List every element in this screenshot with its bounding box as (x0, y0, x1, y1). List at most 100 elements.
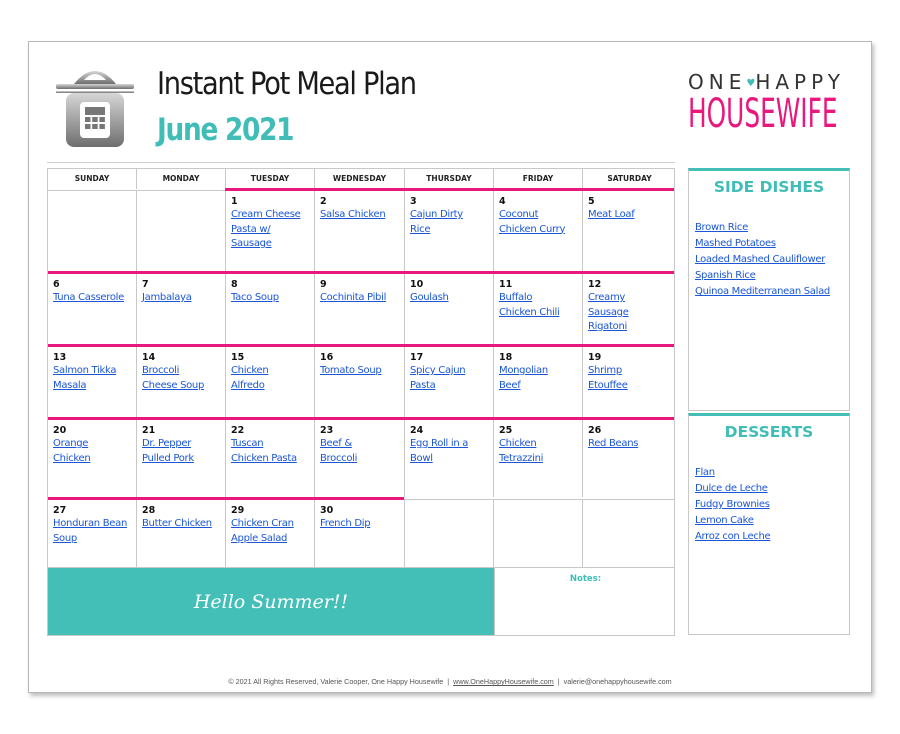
day-number: 6 (53, 279, 60, 290)
meal-link[interactable]: Tetrazzini (499, 452, 578, 467)
footer-website-link[interactable]: www.OneHappyHousewife.com (453, 677, 554, 686)
meal-link[interactable]: Beef & (320, 437, 400, 452)
meal-link[interactable]: Creamy (588, 291, 672, 306)
meal-link[interactable]: Rigatoni (588, 320, 672, 335)
day-number: 4 (499, 196, 506, 207)
meal-link[interactable]: Salsa Chicken (320, 208, 400, 223)
meal-link[interactable]: Cochinita Pibil (320, 291, 400, 306)
meal-link[interactable]: Rice (410, 223, 489, 238)
calendar-weeks: 1 Cream Cheese Pasta w/Sausage 2 Salsa Chick… (47, 188, 675, 568)
day-number: 25 (499, 425, 513, 436)
meal-link[interactable]: Meat Loaf (588, 208, 672, 223)
meal-link[interactable]: Egg Roll in a (410, 437, 489, 452)
meal-link[interactable]: Cheese Soup (142, 379, 221, 394)
footer-separator: | (557, 677, 560, 686)
desserts-panel: DESSERTS Flan Dulce de Leche Fudgy Brown… (688, 413, 850, 635)
meal-link[interactable]: Mongolian (499, 364, 578, 379)
calendar-day-cell: 1 Cream Cheese Pasta w/Sausage (226, 191, 315, 271)
meal-link[interactable]: Chicken Chili (499, 306, 578, 321)
calendar-day-cell: 23 Beef & Broccoli (315, 420, 405, 497)
meal-link[interactable]: Soup (53, 532, 132, 547)
footer-copyright: © 2021 All Rights Reserved, Valerie Coop… (228, 677, 444, 686)
side-dish-link[interactable]: Quinoa Mediterranean Salad (695, 284, 849, 300)
meal-link[interactable]: Broccoli (142, 364, 221, 379)
meal-link[interactable]: Pulled Pork (142, 452, 221, 467)
meal-link[interactable]: Chicken Cran (231, 517, 310, 532)
calendar-day-cell: 27 Honduran Bean Soup (48, 500, 137, 567)
calendar-day-cell: 19 Shrimp Etouffee (583, 347, 676, 417)
calendar-week-row: 1 Cream Cheese Pasta w/Sausage 2 Salsa Chick… (47, 191, 675, 271)
meal-link[interactable]: Cajun Dirty (410, 208, 489, 223)
meal-link[interactable]: Beef (499, 379, 578, 394)
meal-link[interactable]: Taco Soup (231, 291, 310, 306)
meal-link[interactable]: Tuna Casserole (53, 291, 132, 306)
meal-link[interactable]: Broccoli (320, 452, 400, 467)
day-number: 2 (320, 196, 327, 207)
meal-link[interactable]: Sausage (588, 306, 672, 321)
empty-day-cell (48, 191, 137, 271)
day-number: 1 (231, 196, 238, 207)
day-number: 22 (231, 425, 245, 436)
weekday-friday: FRIDAY (494, 169, 583, 189)
desserts-list: Flan Dulce de Leche Fudgy Brownies Lemon… (689, 465, 849, 545)
meal-link[interactable]: Sausage (231, 237, 310, 252)
footer-email[interactable]: valerie@onehappyhousewife.com (564, 677, 672, 686)
meal-link[interactable]: Alfredo (231, 379, 310, 394)
notes-box[interactable]: Notes: (494, 568, 676, 635)
meal-link[interactable]: Chicken Pasta (231, 452, 310, 467)
calendar-day-cell: 10 Goulash (405, 274, 494, 344)
meal-link[interactable]: Bowl (410, 452, 489, 467)
meal-link[interactable]: Red Beans (588, 437, 672, 452)
calendar-footer-row: Hello Summer!! Notes: (47, 568, 675, 636)
calendar-day-cell: 17 Spicy Cajun Pasta (405, 347, 494, 417)
day-number: 12 (588, 279, 602, 290)
dessert-link[interactable]: Flan (695, 465, 849, 481)
side-dish-link[interactable]: Mashed Potatoes (695, 236, 849, 252)
empty-day-cell (494, 500, 583, 567)
meal-link[interactable]: Honduran Bean (53, 517, 132, 532)
meal-link[interactable]: Salmon Tikka (53, 364, 132, 379)
dessert-link[interactable]: Fudgy Brownies (695, 497, 849, 513)
day-number: 3 (410, 196, 417, 207)
meal-link[interactable]: Chicken (231, 364, 310, 379)
meal-link[interactable]: Buffalo (499, 291, 578, 306)
day-number: 16 (320, 352, 334, 363)
meal-link[interactable]: Tomato Soup (320, 364, 400, 379)
calendar-day-cell: 6 Tuna Casserole (48, 274, 137, 344)
day-number: 17 (410, 352, 424, 363)
meal-link[interactable]: Orange (53, 437, 132, 452)
meal-link[interactable]: Cream Cheese (231, 208, 310, 223)
dessert-link[interactable]: Arroz con Leche (695, 529, 849, 545)
calendar-weekday-header: SUNDAY MONDAY TUESDAY WEDNESDAY THURSDAY… (47, 168, 675, 189)
meal-link[interactable]: Dr. Pepper (142, 437, 221, 452)
logo-housewife: HOUSEWIFE (688, 91, 838, 137)
meal-link[interactable]: Pasta (410, 379, 489, 394)
meal-link[interactable]: Masala (53, 379, 132, 394)
meal-link[interactable]: Goulash (410, 291, 489, 306)
calendar-day-cell: 26 Red Beans (583, 420, 676, 497)
meal-link[interactable]: Pasta w/ (231, 223, 310, 238)
meal-link[interactable]: Chicken Curry (499, 223, 578, 238)
dessert-link[interactable]: Lemon Cake (695, 513, 849, 529)
meal-link[interactable]: Tuscan (231, 437, 310, 452)
meal-link[interactable]: Chicken (499, 437, 578, 452)
day-number: 27 (53, 505, 67, 516)
meal-link[interactable]: Jambalaya (142, 291, 221, 306)
side-dish-link[interactable]: Loaded Mashed Cauliflower (695, 252, 849, 268)
meal-link[interactable]: Apple Salad (231, 532, 310, 547)
side-dish-link[interactable]: Brown Rice (695, 220, 849, 236)
day-number: 26 (588, 425, 602, 436)
meal-link[interactable]: Butter Chicken (142, 517, 221, 532)
side-dish-link[interactable]: Spanish Rice (695, 268, 849, 284)
meal-link[interactable]: Etouffee (588, 379, 672, 394)
day-number: 18 (499, 352, 513, 363)
meal-link[interactable]: Chicken (53, 452, 132, 467)
meal-link[interactable]: Shrimp (588, 364, 672, 379)
meal-link[interactable]: Spicy Cajun (410, 364, 489, 379)
day-number: 15 (231, 352, 245, 363)
calendar-day-cell: 22 Tuscan Chicken Pasta (226, 420, 315, 497)
instant-pot-icon (56, 71, 134, 147)
meal-link[interactable]: Coconut (499, 208, 578, 223)
dessert-link[interactable]: Dulce de Leche (695, 481, 849, 497)
meal-link[interactable]: French Dip (320, 517, 400, 532)
